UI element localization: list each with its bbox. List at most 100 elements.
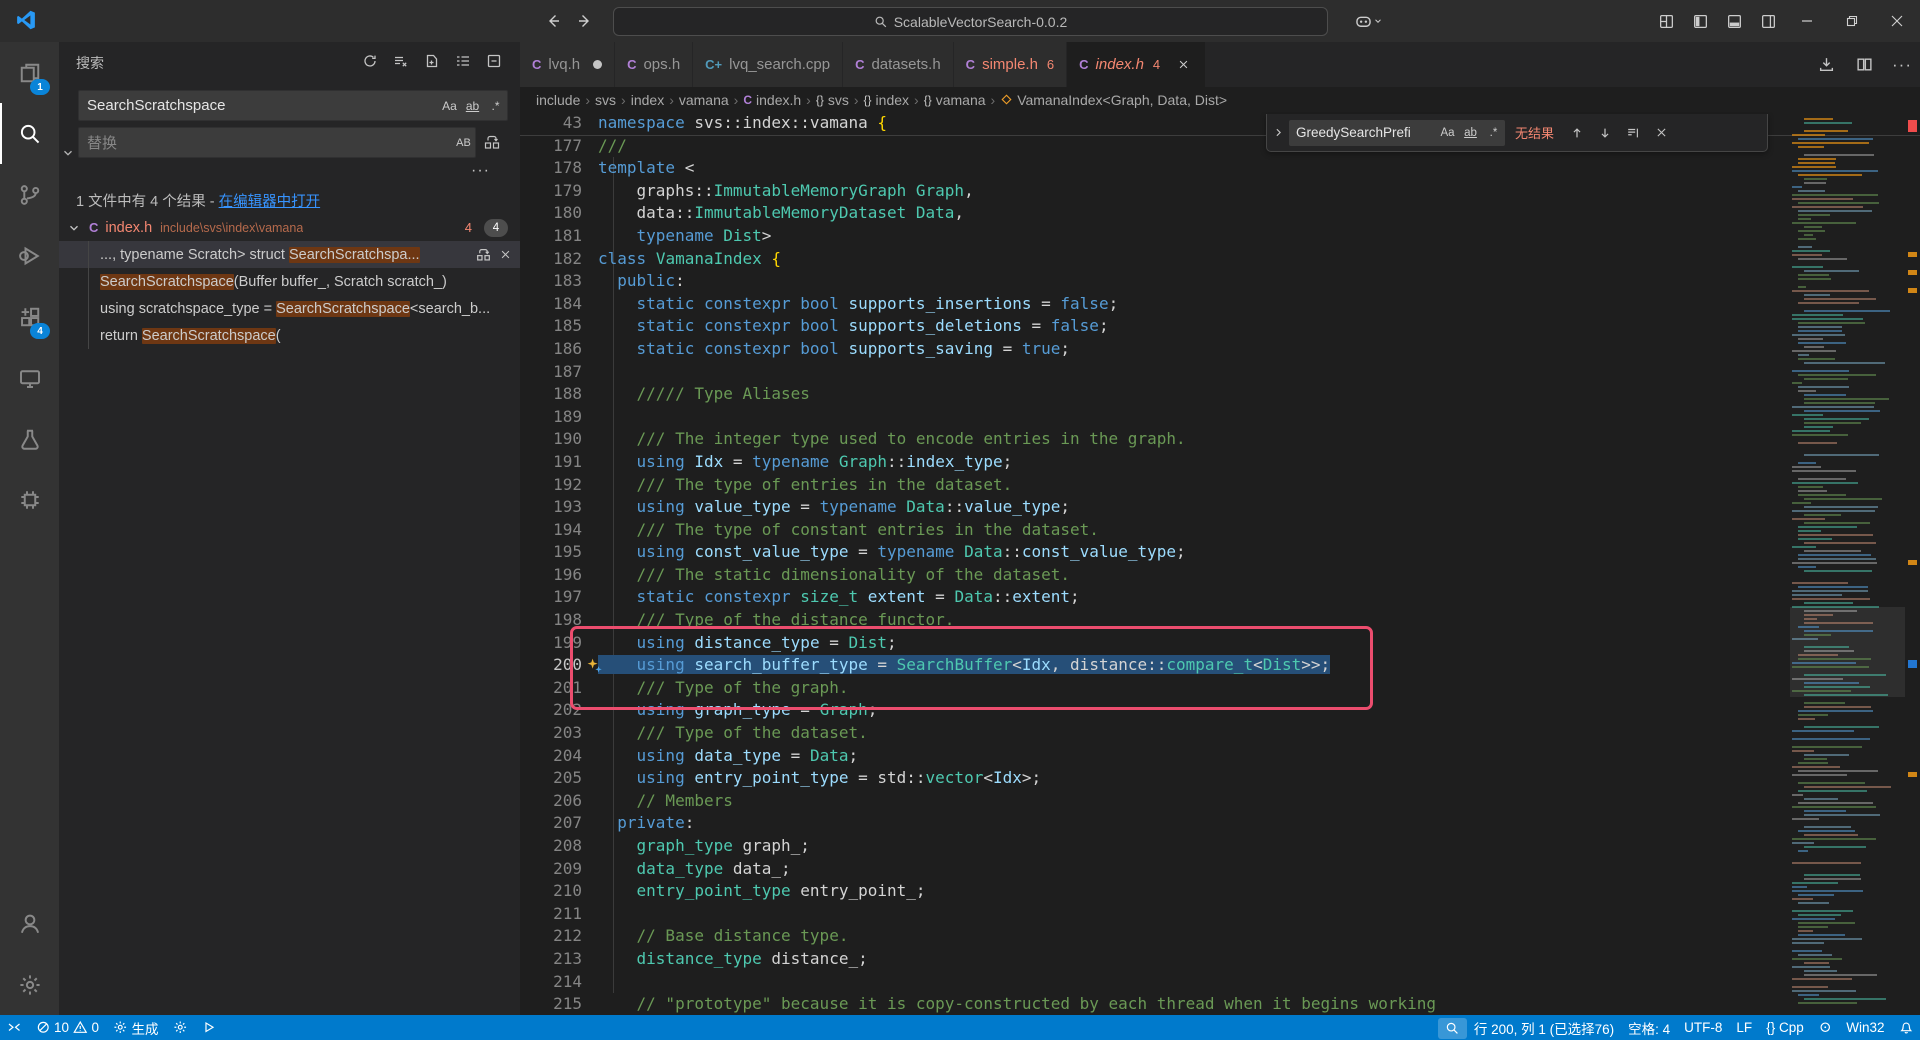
code-line-189[interactable]: 189	[520, 406, 1920, 429]
split-editor-icon[interactable]	[1850, 51, 1878, 79]
code-line-207[interactable]: 207 private:	[520, 812, 1920, 835]
toggle-replace-chevron-icon[interactable]	[61, 138, 77, 168]
status-language-mode[interactable]: {} Cpp	[1759, 1015, 1811, 1040]
install-changes-icon[interactable]	[1812, 51, 1840, 79]
status-cursor-position[interactable]: 行 200, 列 1 (已选择76)	[1467, 1015, 1621, 1040]
status-problems[interactable]: 100	[29, 1015, 107, 1040]
breadcrumb[interactable]: include›svs›index›vamana›Cindex.h›{}svs›…	[536, 87, 1776, 112]
code-line-178[interactable]: 178template <	[520, 157, 1920, 180]
code-line-197[interactable]: 197 static constexpr size_t extent = Dat…	[520, 586, 1920, 609]
search-match-row[interactable]: ..., typename Scratch> struct SearchScra…	[59, 241, 520, 268]
toggle-replace-expand-icon[interactable]	[1267, 126, 1289, 139]
tab-lvq_search.cpp[interactable]: C+lvq_search.cpp	[693, 42, 843, 87]
code-line-187[interactable]: 187	[520, 361, 1920, 384]
code-line-198[interactable]: 198 /// Type of the distance functor.	[520, 609, 1920, 632]
code-line-211[interactable]: 211	[520, 903, 1920, 926]
code-line-185[interactable]: 185 static constexpr bool supports_delet…	[520, 315, 1920, 338]
code-line-214[interactable]: 214	[520, 971, 1920, 994]
toggle-search-details[interactable]: ···	[471, 162, 490, 180]
status-cmake-build[interactable]: 生成	[106, 1015, 166, 1040]
code-line-199[interactable]: 199 using distance_type = Dist;	[520, 632, 1920, 655]
code-line-193[interactable]: 193 using value_type = typename Data::va…	[520, 496, 1920, 519]
code-line-215[interactable]: 215 // "prototype" because it is copy-co…	[520, 993, 1920, 1015]
code-line-200[interactable]: 200 using search_buffer_type = SearchBuf…	[520, 654, 1920, 677]
code-line-184[interactable]: 184 static constexpr bool supports_inser…	[520, 293, 1920, 316]
breadcrumb-item[interactable]: vamana	[679, 92, 729, 108]
toggle-primary-sidebar-icon[interactable]	[1686, 9, 1714, 33]
tab-lvq.h[interactable]: Clvq.h	[520, 42, 615, 87]
code-line-192[interactable]: 192 /// The type of entries in the datas…	[520, 474, 1920, 497]
restore-button[interactable]	[1829, 0, 1874, 42]
breadcrumb-item[interactable]: {}index	[864, 92, 909, 108]
status-remote-indicator[interactable]	[0, 1015, 29, 1040]
status-platform[interactable]: Win32	[1839, 1015, 1891, 1040]
code-line-179[interactable]: 179 graphs::ImmutableMemoryGraph Graph,	[520, 180, 1920, 203]
code-line-190[interactable]: 190 /// The integer type used to encode …	[520, 428, 1920, 451]
match-case-toggle[interactable]: Aa	[438, 94, 461, 117]
open-new-search-editor-icon[interactable]	[420, 49, 444, 73]
status-eol[interactable]: LF	[1729, 1015, 1759, 1040]
code-line-201[interactable]: 201 /// Type of the graph.	[520, 677, 1920, 700]
breadcrumb-item[interactable]: {}svs	[816, 92, 849, 108]
code-line-204[interactable]: 204 using data_type = Data;	[520, 745, 1920, 768]
replace-match-icon[interactable]	[476, 247, 491, 262]
find-input[interactable]: GreedySearchPrefi Aa ab .*	[1289, 120, 1505, 146]
status-build-target[interactable]	[166, 1015, 195, 1040]
code-line-180[interactable]: 180 data::ImmutableMemoryDataset Data,	[520, 202, 1920, 225]
modified-dot-icon[interactable]	[593, 60, 602, 69]
breadcrumb-item[interactable]: VamanaIndex<Graph, Data, Dist>	[1000, 92, 1227, 108]
breadcrumb-item[interactable]: svs	[595, 92, 616, 108]
dismiss-match-icon[interactable]	[499, 248, 512, 261]
code-line-212[interactable]: 212 // Base distance type.	[520, 925, 1920, 948]
status-search-marker[interactable]	[1438, 1018, 1467, 1039]
code-line-213[interactable]: 213 distance_type distance_;	[520, 948, 1920, 971]
tab-simple.h[interactable]: Csimple.h6	[954, 42, 1067, 87]
find-regex-toggle[interactable]: .*	[1482, 121, 1505, 144]
activity-item-extensions[interactable]: 4	[0, 286, 59, 347]
tab-datasets.h[interactable]: Cdatasets.h	[843, 42, 954, 87]
code-line-202[interactable]: 202 using graph_type = Graph;	[520, 699, 1920, 722]
status-indentation[interactable]: 空格: 4	[1621, 1015, 1677, 1040]
code-line-210[interactable]: 210 entry_point_type entry_point_;	[520, 880, 1920, 903]
nav-forward-icon[interactable]	[572, 9, 598, 33]
close-window-button[interactable]	[1874, 0, 1919, 42]
code-line-209[interactable]: 209 data_type data_;	[520, 858, 1920, 881]
code-line-191[interactable]: 191 using Idx = typename Graph::index_ty…	[520, 451, 1920, 474]
activity-item-custom-tools[interactable]	[0, 469, 59, 530]
minimap[interactable]	[1790, 112, 1905, 1015]
code-line-182[interactable]: 182class VamanaIndex {	[520, 248, 1920, 271]
activity-item-explorer[interactable]: 1	[0, 42, 59, 103]
status-launch[interactable]	[194, 1015, 223, 1040]
breadcrumb-item[interactable]: Cindex.h	[743, 92, 801, 108]
toggle-panel-icon[interactable]	[1720, 9, 1748, 33]
more-actions-icon[interactable]: ···	[1888, 51, 1916, 79]
search-match-row[interactable]: using scratchspace_type = SearchScratchs…	[59, 295, 520, 322]
code-line-196[interactable]: 196 /// The static dimensionality of the…	[520, 564, 1920, 587]
preserve-case-toggle[interactable]: AB	[452, 131, 475, 154]
tab-ops.h[interactable]: Cops.h	[615, 42, 693, 87]
activity-item-remote-explorer[interactable]	[0, 347, 59, 408]
code-line-188[interactable]: 188 ///// Type Aliases	[520, 383, 1920, 406]
code-line-206[interactable]: 206 // Members	[520, 790, 1920, 813]
code-line-186[interactable]: 186 static constexpr bool supports_savin…	[520, 338, 1920, 361]
code-line-203[interactable]: 203 /// Type of the dataset.	[520, 722, 1920, 745]
code-line-208[interactable]: 208 graph_type graph_;	[520, 835, 1920, 858]
open-in-editor-link[interactable]: 在编辑器中打开	[219, 194, 321, 210]
breadcrumb-item[interactable]: include	[536, 92, 580, 108]
regex-toggle[interactable]: .*	[484, 94, 507, 117]
search-input[interactable]: SearchScratchspace Aa ab .*	[78, 90, 508, 121]
view-as-list-icon[interactable]	[451, 49, 475, 73]
activity-item-manage[interactable]	[0, 954, 59, 1015]
code-line-205[interactable]: 205 using entry_point_type = std::vector…	[520, 767, 1920, 790]
breadcrumb-item[interactable]: {}vamana	[924, 92, 986, 108]
find-match-case-toggle[interactable]: Aa	[1436, 121, 1459, 144]
find-in-selection-icon[interactable]	[1622, 122, 1644, 144]
clear-search-results-icon[interactable]	[389, 49, 413, 73]
activity-item-accounts[interactable]	[0, 893, 59, 954]
activity-item-testing[interactable]	[0, 408, 59, 469]
refresh-icon[interactable]	[358, 49, 382, 73]
find-previous-icon[interactable]	[1566, 122, 1588, 144]
breadcrumb-item[interactable]: index	[631, 92, 664, 108]
status-notifications[interactable]	[1892, 1015, 1920, 1040]
toggle-secondary-sidebar-icon[interactable]	[1754, 9, 1782, 33]
